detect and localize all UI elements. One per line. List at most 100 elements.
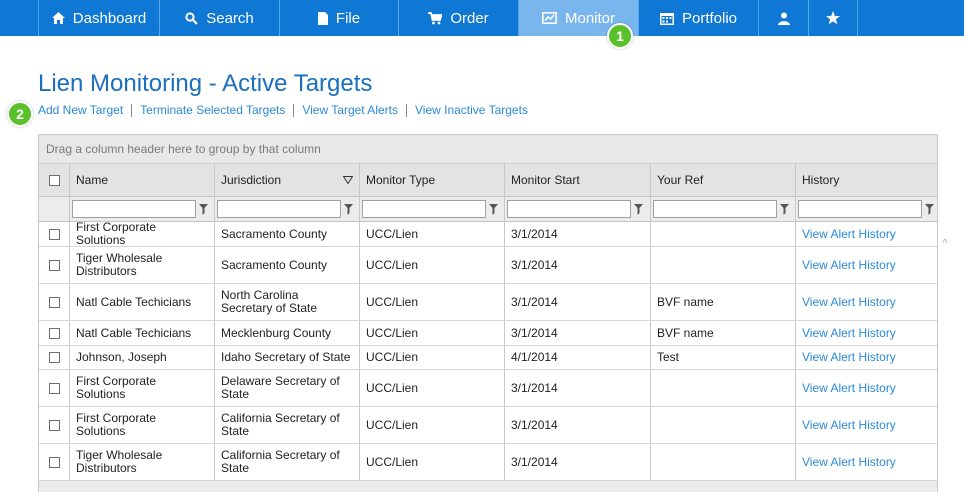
- monitor-type-cell: UCC/Lien: [359, 222, 504, 246]
- filter-icon[interactable]: [634, 203, 643, 215]
- jurisdiction-cell-text: Delaware Secretary of State: [221, 374, 340, 401]
- header-history[interactable]: History: [795, 164, 937, 196]
- jurisdiction-cell-text: Sacramento County: [221, 257, 328, 272]
- your-ref-cell: [650, 407, 795, 443]
- divider: [131, 103, 133, 117]
- row-checkbox[interactable]: [49, 259, 60, 271]
- nav-portfolio[interactable]: Portfolio: [638, 0, 758, 36]
- name-cell: First Corporate Solutions: [69, 370, 214, 406]
- filter-icon[interactable]: [925, 203, 934, 215]
- filter-icon[interactable]: [780, 203, 789, 215]
- group-by-drop-zone[interactable]: Drag a column header here to group by th…: [39, 135, 937, 164]
- row-checkbox[interactable]: [49, 382, 60, 394]
- header-your-ref[interactable]: Your Ref: [650, 164, 795, 196]
- monitor-start-cell-text: 4/1/2014: [511, 350, 558, 364]
- nav-file[interactable]: File: [279, 0, 398, 36]
- history-cell: View Alert History: [795, 407, 937, 443]
- table-row[interactable]: First Corporate Solutions Delaware Secret…: [39, 370, 937, 407]
- nav-search[interactable]: Search: [159, 0, 279, 36]
- header-monitor-start[interactable]: Monitor Start: [504, 164, 650, 196]
- row-checkbox[interactable]: [49, 419, 60, 431]
- view-target-alerts-link[interactable]: View Target Alerts: [302, 103, 398, 117]
- nav-label-order: Order: [450, 9, 489, 27]
- add-new-target-link[interactable]: Add New Target: [38, 103, 123, 117]
- page-title: Lien Monitoring - Active Targets: [38, 70, 373, 97]
- row-select-cell: [39, 444, 69, 480]
- name-cell: First Corporate Solutions: [69, 407, 214, 443]
- row-checkbox[interactable]: [49, 456, 60, 468]
- view-alert-history-link[interactable]: View Alert History: [802, 381, 902, 395]
- row-checkbox[interactable]: [49, 352, 60, 363]
- row-select-cell: [39, 222, 69, 246]
- filter-history-input[interactable]: [798, 200, 922, 218]
- filter-jurisdiction-input[interactable]: [217, 200, 341, 218]
- header-monitor-type[interactable]: Monitor Type: [359, 164, 504, 196]
- row-select-cell: [39, 321, 69, 345]
- filter-icon[interactable]: [344, 203, 353, 215]
- nav-order[interactable]: Order: [398, 0, 518, 36]
- nav-label-dashboard: Dashboard: [72, 9, 147, 27]
- monitor-type-cell: UCC/Lien: [359, 247, 504, 283]
- nav-label-portfolio: Portfolio: [681, 9, 738, 27]
- view-alert-history-link[interactable]: View Alert History: [802, 227, 902, 241]
- view-alert-history-link[interactable]: View Alert History: [802, 351, 902, 364]
- filter-monitor-start-input[interactable]: [507, 200, 631, 218]
- table-row[interactable]: First Corporate Solutions Sacramento Coun…: [39, 221, 937, 247]
- monitor-start-cell-text: 3/1/2014: [511, 380, 558, 395]
- scroll-up-icon[interactable]: ^: [942, 236, 948, 250]
- nav-label-file: File: [335, 9, 361, 27]
- monitor-start-cell: 3/1/2014: [504, 321, 650, 345]
- nav-favorites[interactable]: [808, 0, 858, 36]
- view-alert-history-link[interactable]: View Alert History: [802, 455, 902, 469]
- name-cell-text: First Corporate Solutions: [76, 411, 157, 438]
- filter-monitor-type-input[interactable]: [362, 200, 486, 218]
- filter-icon[interactable]: [199, 203, 208, 215]
- row-checkbox[interactable]: [49, 327, 60, 339]
- monitor-start-cell-text: 3/1/2014: [511, 325, 558, 340]
- view-alert-history-link[interactable]: View Alert History: [802, 418, 902, 432]
- divider: [405, 103, 407, 117]
- table-row[interactable]: Natl Cable Techicians North Carolina Secr…: [39, 284, 937, 321]
- history-cell: View Alert History: [795, 370, 937, 406]
- jurisdiction-cell: California Secretary of State: [214, 444, 359, 480]
- jurisdiction-cell-text: Mecklenburg County: [221, 325, 332, 340]
- nav-user[interactable]: [758, 0, 808, 36]
- terminate-selected-targets-link[interactable]: Terminate Selected Targets: [140, 103, 285, 117]
- table-row[interactable]: Tiger Wholesale Distributors Sacramento C…: [39, 247, 937, 284]
- nav-dashboard[interactable]: Dashboard: [38, 0, 159, 36]
- name-cell-text: Tiger Wholesale Distributors: [76, 251, 163, 278]
- table-row[interactable]: Natl Cable Techicians Mecklenburg County U…: [39, 321, 937, 346]
- table-row[interactable]: Tiger Wholesale Distributors California S…: [39, 444, 937, 481]
- monitor-type-cell: UCC/Lien: [359, 284, 504, 320]
- view-alert-history-link[interactable]: View Alert History: [802, 258, 902, 272]
- header-name[interactable]: Name: [69, 164, 214, 196]
- view-alert-history-link[interactable]: View Alert History: [802, 326, 902, 340]
- row-checkbox[interactable]: [49, 228, 60, 240]
- jurisdiction-cell: Delaware Secretary of State: [214, 370, 359, 406]
- row-select-cell: [39, 346, 69, 369]
- table-row[interactable]: First Corporate Solutions California Secr…: [39, 407, 937, 444]
- history-cell: View Alert History: [795, 444, 937, 480]
- callout-badge-2: 2: [7, 101, 33, 127]
- view-alert-history-link[interactable]: View Alert History: [802, 295, 902, 309]
- header-jurisdiction[interactable]: Jurisdiction: [214, 164, 359, 196]
- name-cell: Johnson, Joseph: [69, 346, 214, 369]
- jurisdiction-cell-text: California Secretary of State: [221, 411, 340, 438]
- name-cell: Natl Cable Techicians: [69, 321, 214, 345]
- monitor-type-cell-text: UCC/Lien: [366, 350, 419, 364]
- name-cell: Tiger Wholesale Distributors: [69, 247, 214, 283]
- name-cell-text: Natl Cable Techicians: [76, 294, 192, 309]
- row-select-cell: [39, 370, 69, 406]
- your-ref-cell: BVF name: [650, 284, 795, 320]
- row-checkbox[interactable]: [49, 296, 60, 308]
- view-inactive-targets-link[interactable]: View Inactive Targets: [415, 103, 528, 117]
- filter-jurisdiction: [214, 197, 359, 221]
- name-cell: First Corporate Solutions: [69, 221, 214, 247]
- nav-label-search: Search: [206, 9, 254, 27]
- filter-icon[interactable]: [489, 203, 498, 215]
- filter-your-ref-input[interactable]: [653, 200, 777, 218]
- table-row[interactable]: Johnson, Joseph Idaho Secretary of State U…: [39, 346, 937, 370]
- filter-name-input[interactable]: [72, 200, 196, 218]
- monitor-start-cell-text: 3/1/2014: [511, 454, 558, 469]
- select-all-checkbox[interactable]: [49, 174, 60, 186]
